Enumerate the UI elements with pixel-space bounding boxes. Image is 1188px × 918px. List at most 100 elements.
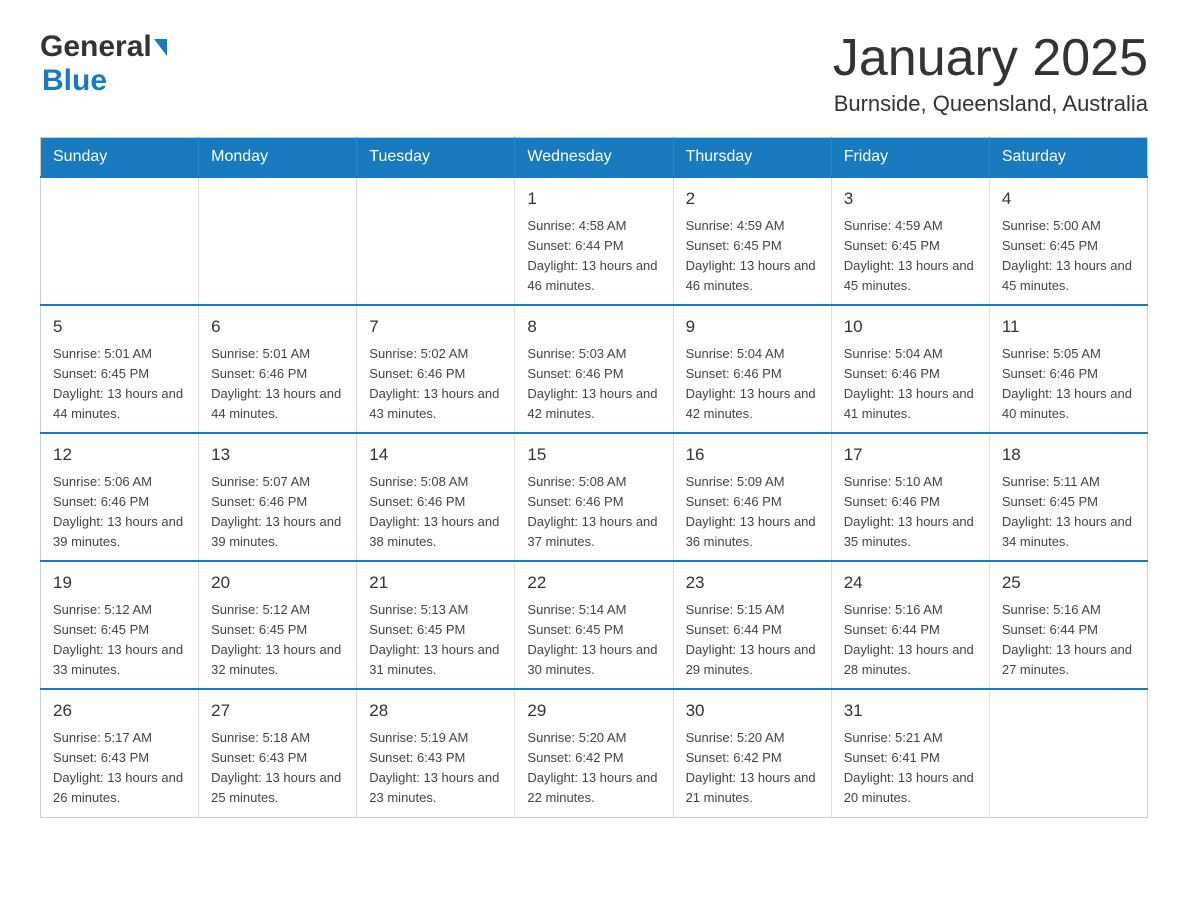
day-number: 5	[53, 314, 186, 340]
day-info: Sunrise: 5:18 AM Sunset: 6:43 PM Dayligh…	[211, 728, 344, 809]
day-number: 21	[369, 570, 502, 596]
day-info: Sunrise: 5:04 AM Sunset: 6:46 PM Dayligh…	[844, 344, 977, 425]
calendar-cell: 19Sunrise: 5:12 AM Sunset: 6:45 PM Dayli…	[41, 561, 199, 689]
calendar-cell: 23 Sunrise: 5:15 AM Sunset: 6:44 PM Dayli…	[673, 561, 831, 689]
subtitle: Burnside, Queensland, Australia	[833, 91, 1148, 117]
day-info: Sunrise: 5:20 AM Sunset: 6:42 PM Dayligh…	[686, 728, 819, 809]
day-info: Sunrise: 4:59 AM Sunset: 6:45 PM Dayligh…	[686, 216, 819, 297]
day-number: 17	[844, 442, 977, 468]
calendar-cell: 11 Sunrise: 5:05 AM Sunset: 6:46 PM Dayli…	[989, 305, 1147, 433]
day-info: Sunrise: 5:00 AM Sunset: 6:45 PM Dayligh…	[1002, 216, 1135, 297]
day-number: 18	[1002, 442, 1135, 468]
day-info: Sunrise: 5:15 AM Sunset: 6:44 PM Dayligh…	[686, 600, 819, 681]
day-info: Sunrise: 5:05 AM Sunset: 6:46 PM Dayligh…	[1002, 344, 1135, 425]
calendar-cell: 17Sunrise: 5:10 AM Sunset: 6:46 PM Dayli…	[831, 433, 989, 561]
day-number: 31	[844, 698, 977, 724]
calendar-cell: 25 Sunrise: 5:16 AM Sunset: 6:44 PM Dayli…	[989, 561, 1147, 689]
calendar-cell: 10 Sunrise: 5:04 AM Sunset: 6:46 PM Dayli…	[831, 305, 989, 433]
day-info: Sunrise: 5:02 AM Sunset: 6:46 PM Dayligh…	[369, 344, 502, 425]
day-number: 9	[686, 314, 819, 340]
day-number: 10	[844, 314, 977, 340]
calendar-cell: 1 Sunrise: 4:58 AM Sunset: 6:44 PM Daylig…	[515, 177, 673, 305]
title-section: January 2025 Burnside, Queensland, Austr…	[833, 30, 1148, 117]
weekday-header-sunday: Sunday	[41, 138, 199, 178]
calendar-cell	[357, 177, 515, 305]
day-number: 27	[211, 698, 344, 724]
calendar-cell: 28 Sunrise: 5:19 AM Sunset: 6:43 PM Dayli…	[357, 689, 515, 817]
calendar-cell: 31 Sunrise: 5:21 AM Sunset: 6:41 PM Dayli…	[831, 689, 989, 817]
day-number: 24	[844, 570, 977, 596]
calendar-cell: 12 Sunrise: 5:06 AM Sunset: 6:46 PM Dayli…	[41, 433, 199, 561]
day-number: 28	[369, 698, 502, 724]
day-info: Sunrise: 5:20 AM Sunset: 6:42 PM Dayligh…	[527, 728, 660, 809]
day-info: Sunrise: 4:58 AM Sunset: 6:44 PM Dayligh…	[527, 216, 660, 297]
day-info: Sunrise: 5:09 AM Sunset: 6:46 PM Dayligh…	[686, 472, 819, 553]
calendar-week-2: 5Sunrise: 5:01 AM Sunset: 6:45 PM Daylig…	[41, 305, 1148, 433]
day-info: Sunrise: 5:19 AM Sunset: 6:43 PM Dayligh…	[369, 728, 502, 809]
calendar-cell: 26Sunrise: 5:17 AM Sunset: 6:43 PM Dayli…	[41, 689, 199, 817]
calendar-week-1: 1 Sunrise: 4:58 AM Sunset: 6:44 PM Daylig…	[41, 177, 1148, 305]
day-number: 8	[527, 314, 660, 340]
day-number: 4	[1002, 186, 1135, 212]
day-number: 30	[686, 698, 819, 724]
calendar-cell: 18 Sunrise: 5:11 AM Sunset: 6:45 PM Dayli…	[989, 433, 1147, 561]
day-number: 23	[686, 570, 819, 596]
day-info: Sunrise: 5:16 AM Sunset: 6:44 PM Dayligh…	[844, 600, 977, 681]
day-info: Sunrise: 4:59 AM Sunset: 6:45 PM Dayligh…	[844, 216, 977, 297]
weekday-header-friday: Friday	[831, 138, 989, 178]
calendar: SundayMondayTuesdayWednesdayThursdayFrid…	[40, 137, 1148, 817]
page-header: General Blue January 2025 Burnside, Quee…	[40, 30, 1148, 117]
calendar-cell: 8 Sunrise: 5:03 AM Sunset: 6:46 PM Daylig…	[515, 305, 673, 433]
logo-mark: General Blue	[40, 30, 167, 98]
day-number: 29	[527, 698, 660, 724]
day-number: 20	[211, 570, 344, 596]
calendar-cell: 22 Sunrise: 5:14 AM Sunset: 6:45 PM Dayli…	[515, 561, 673, 689]
calendar-cell: 16 Sunrise: 5:09 AM Sunset: 6:46 PM Dayli…	[673, 433, 831, 561]
page-title: January 2025	[833, 30, 1148, 87]
day-number: 19	[53, 570, 186, 596]
day-number: 15	[527, 442, 660, 468]
calendar-week-4: 19 Sunrise: 5:12 AM Sunset: 6:45 PM Dayli…	[41, 561, 1148, 689]
calendar-header: SundayMondayTuesdayWednesdayThursdayFrid…	[41, 138, 1148, 178]
calendar-cell: 7Sunrise: 5:02 AM Sunset: 6:46 PM Daylig…	[357, 305, 515, 433]
calendar-cell: 27 Sunrise: 5:18 AM Sunset: 6:43 PM Dayli…	[199, 689, 357, 817]
day-number: 1	[527, 186, 660, 212]
calendar-cell: 21 Sunrise: 5:13 AM Sunset: 6:45 PM Dayli…	[357, 561, 515, 689]
day-number: 22	[527, 570, 660, 596]
day-number: 11	[1002, 314, 1135, 340]
day-number: 25	[1002, 570, 1135, 596]
calendar-cell	[989, 689, 1147, 817]
day-info: Sunrise: 5:16 AM Sunset: 6:44 PM Dayligh…	[1002, 600, 1135, 681]
calendar-cell: 5Sunrise: 5:01 AM Sunset: 6:45 PM Daylig…	[41, 305, 199, 433]
header-row: SundayMondayTuesdayWednesdayThursdayFrid…	[41, 138, 1148, 178]
calendar-cell	[41, 177, 199, 305]
calendar-cell: 6 Sunrise: 5:01 AM Sunset: 6:46 PM Daylig…	[199, 305, 357, 433]
calendar-cell: 2 Sunrise: 4:59 AM Sunset: 6:45 PM Daylig…	[673, 177, 831, 305]
day-info: Sunrise: 5:13 AM Sunset: 6:45 PM Dayligh…	[369, 600, 502, 681]
calendar-cell: 9 Sunrise: 5:04 AM Sunset: 6:46 PM Daylig…	[673, 305, 831, 433]
day-info: Sunrise: 5:21 AM Sunset: 6:41 PM Dayligh…	[844, 728, 977, 809]
day-info: Sunrise: 5:06 AM Sunset: 6:46 PM Dayligh…	[53, 472, 186, 553]
calendar-cell	[199, 177, 357, 305]
day-info: Sunrise: 5:01 AM Sunset: 6:46 PM Dayligh…	[211, 344, 344, 425]
calendar-cell: 29 Sunrise: 5:20 AM Sunset: 6:42 PM Dayli…	[515, 689, 673, 817]
day-info: Sunrise: 5:14 AM Sunset: 6:45 PM Dayligh…	[527, 600, 660, 681]
day-info: Sunrise: 5:12 AM Sunset: 6:45 PM Dayligh…	[211, 600, 344, 681]
day-number: 6	[211, 314, 344, 340]
calendar-cell: 15Sunrise: 5:08 AM Sunset: 6:46 PM Dayli…	[515, 433, 673, 561]
day-info: Sunrise: 5:03 AM Sunset: 6:46 PM Dayligh…	[527, 344, 660, 425]
calendar-cell: 3 Sunrise: 4:59 AM Sunset: 6:45 PM Daylig…	[831, 177, 989, 305]
calendar-week-3: 12 Sunrise: 5:06 AM Sunset: 6:46 PM Dayli…	[41, 433, 1148, 561]
day-number: 2	[686, 186, 819, 212]
day-number: 3	[844, 186, 977, 212]
day-info: Sunrise: 5:11 AM Sunset: 6:45 PM Dayligh…	[1002, 472, 1135, 553]
day-info: Sunrise: 5:04 AM Sunset: 6:46 PM Dayligh…	[686, 344, 819, 425]
calendar-cell: 20 Sunrise: 5:12 AM Sunset: 6:45 PM Dayli…	[199, 561, 357, 689]
day-number: 12	[53, 442, 186, 468]
weekday-header-monday: Monday	[199, 138, 357, 178]
day-info: Sunrise: 5:08 AM Sunset: 6:46 PM Dayligh…	[369, 472, 502, 553]
day-number: 16	[686, 442, 819, 468]
day-number: 14	[369, 442, 502, 468]
calendar-week-5: 26Sunrise: 5:17 AM Sunset: 6:43 PM Dayli…	[41, 689, 1148, 817]
weekday-header-thursday: Thursday	[673, 138, 831, 178]
